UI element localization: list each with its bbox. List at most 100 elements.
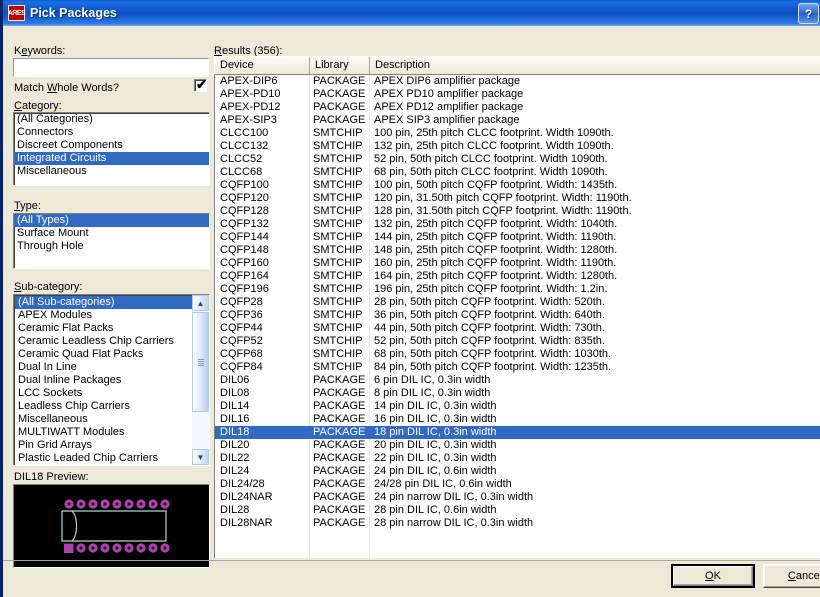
table-row[interactable]: DIL24/28 PACKAGE 24/28 pin DIL IC, 0.6in w… — [215, 478, 820, 491]
subcategory-item[interactable]: Leadless Chip Carriers — [15, 400, 192, 413]
type-item[interactable]: Surface Mount — [14, 227, 209, 240]
scroll-up-icon[interactable]: ▲ — [192, 295, 209, 311]
table-row[interactable]: DIL18 PACKAGE 18 pin DIL IC, 0.3in width — [215, 426, 820, 439]
cell-device: DIL24NAR — [220, 491, 273, 503]
table-row[interactable]: CQFP28 SMTCHIP 28 pin, 50th pitch CQFP foo… — [215, 296, 820, 309]
type-item[interactable]: Through Hole — [14, 240, 209, 253]
table-row[interactable]: CQFP144 SMTCHIP 144 pin, 25th pitch CQFP f… — [215, 231, 820, 244]
table-row[interactable]: CQFP44 SMTCHIP 44 pin, 50th pitch CQFP foo… — [215, 322, 820, 335]
results-list[interactable]: APEX-DIP6 PACKAGE APEX DIP6 amplifier pack… — [214, 75, 820, 558]
cell-description: 132 pin, 25th pitch CQFP footprint. Widt… — [374, 218, 618, 230]
table-row[interactable]: DIL16 PACKAGE 16 pin DIL IC, 0.3in width — [215, 413, 820, 426]
table-row[interactable]: CQFP68 SMTCHIP 68 pin, 50th pitch CQFP foo… — [215, 348, 820, 361]
cell-device: DIL22 — [220, 452, 250, 464]
cell-device: CQFP84 — [220, 361, 263, 373]
table-row[interactable]: CQFP132 SMTCHIP 132 pin, 25th pitch CQFP f… — [215, 218, 820, 231]
table-row[interactable]: APEX-PD10 PACKAGE APEX PD10 amplifier pack… — [215, 88, 820, 101]
table-row[interactable]: CQFP100 SMTCHIP 100 pin, 50th pitch CQFP f… — [215, 179, 820, 192]
table-row[interactable]: APEX-SIP3 PACKAGE APEX SIP3 amplifier pack… — [215, 114, 820, 127]
subcategory-item[interactable]: Pin Grid Arrays — [15, 439, 192, 452]
subcategory-item[interactable]: Dual Inline Packages — [15, 374, 192, 387]
table-row[interactable]: DIL06 PACKAGE 6 pin DIL IC, 0.3in width — [215, 374, 820, 387]
table-row[interactable]: DIL24 PACKAGE 24 pin DIL IC, 0.6in width — [215, 465, 820, 478]
table-row[interactable]: CQFP160 SMTCHIP 160 pin, 25th pitch CQFP f… — [215, 257, 820, 270]
category-item[interactable]: Miscellaneous — [14, 165, 209, 178]
cell-description: 128 pin, 31.50th pitch CQFP footprint. W… — [374, 205, 632, 217]
cell-device: DIL24 — [220, 465, 250, 477]
cell-device: CLCC132 — [220, 140, 269, 152]
subcategory-item[interactable]: Ceramic Flat Packs — [15, 322, 192, 335]
column-header-description[interactable]: Description — [370, 57, 820, 74]
keywords-input[interactable] — [13, 58, 209, 77]
cell-description: APEX SIP3 amplifier package — [374, 114, 520, 126]
subcategory-item[interactable]: Dual In Line — [15, 361, 192, 374]
category-item[interactable]: (All Categories) — [14, 113, 209, 126]
scroll-thumb[interactable] — [192, 312, 209, 412]
table-row[interactable]: DIL14 PACKAGE 14 pin DIL IC, 0.3in width — [215, 400, 820, 413]
cell-library: PACKAGE — [313, 387, 366, 399]
cell-library: PACKAGE — [313, 452, 366, 464]
table-row[interactable]: DIL28NAR PACKAGE 28 pin narrow DIL IC, 0.3… — [215, 517, 820, 530]
table-row[interactable]: CQFP52 SMTCHIP 52 pin, 50th pitch CQFP foo… — [215, 335, 820, 348]
keywords-input-field[interactable] — [14, 59, 208, 76]
column-header-device[interactable]: Device — [215, 57, 310, 74]
cell-device: CQFP164 — [220, 270, 269, 282]
type-item[interactable]: (All Types) — [14, 214, 209, 227]
cancel-button[interactable]: Cancel — [763, 564, 820, 588]
table-row[interactable]: DIL22 PACKAGE 22 pin DIL IC, 0.3in width — [215, 452, 820, 465]
subcategory-listbox[interactable]: (All Sub-categories) APEX Modules Ceramic … — [13, 294, 210, 466]
table-row[interactable]: CLCC132 SMTCHIP 132 pin, 25th pitch CLCC f… — [215, 140, 820, 153]
category-item[interactable]: Connectors — [14, 126, 209, 139]
table-row[interactable]: DIL28 PACKAGE 28 pin DIL IC, 0.6in width — [215, 504, 820, 517]
subcategory-item[interactable]: APEX Modules — [15, 309, 192, 322]
table-row[interactable]: APEX-PD12 PACKAGE APEX PD12 amplifier pack… — [215, 101, 820, 114]
subcategory-item[interactable]: Ceramic Quad Flat Packs — [15, 348, 192, 361]
subcategory-item[interactable]: Plastic Leaded Chip Carriers — [15, 452, 192, 465]
table-row[interactable]: CQFP128 SMTCHIP 128 pin, 31.50th pitch CQF… — [215, 205, 820, 218]
column-header-library[interactable]: Library — [310, 57, 370, 74]
subcategory-item[interactable]: MULTIWATT Modules — [15, 426, 192, 439]
ok-button[interactable]: OK — [671, 564, 755, 588]
cell-description: 36 pin, 50th pitch CQFP footprint. Width… — [374, 309, 605, 321]
subcategory-item[interactable]: (All Sub-categories) — [15, 296, 192, 309]
scroll-down-icon[interactable]: ▼ — [192, 449, 209, 465]
subcategory-item[interactable]: Ceramic Leadless Chip Carriers — [15, 335, 192, 348]
table-row[interactable]: CLCC100 SMTCHIP 100 pin, 25th pitch CLCC f… — [215, 127, 820, 140]
cell-description: 68 pin, 50th pitch CQFP footprint. Width… — [374, 348, 612, 360]
category-listbox[interactable]: (All Categories) Connectors Discreet Compo… — [13, 112, 210, 186]
subcategory-item[interactable]: LCC Sockets — [15, 387, 192, 400]
help-icon[interactable]: ? — [798, 3, 819, 24]
match-whole-words-checkbox[interactable]: ✔ — [194, 77, 207, 92]
type-listbox[interactable]: (All Types) Surface Mount Through Hole — [13, 213, 210, 269]
cell-library: PACKAGE — [313, 504, 366, 516]
category-item[interactable]: Discreet Components — [14, 139, 209, 152]
table-row[interactable]: DIL08 PACKAGE 8 pin DIL IC, 0.3in width — [215, 387, 820, 400]
cell-library: SMTCHIP — [313, 335, 363, 347]
table-row[interactable]: CQFP164 SMTCHIP 164 pin, 25th pitch CQFP f… — [215, 270, 820, 283]
cell-description: 28 pin DIL IC, 0.6in width — [374, 504, 497, 516]
window-title: Pick Packages — [30, 6, 117, 20]
cell-library: SMTCHIP — [313, 127, 363, 139]
cell-description: 18 pin DIL IC, 0.3in width — [374, 426, 497, 438]
table-row[interactable]: CQFP196 SMTCHIP 196 pin, 25th pitch CQFP f… — [215, 283, 820, 296]
cell-description: 148 pin, 25th pitch CQFP footprint. Widt… — [374, 244, 618, 256]
cell-device: DIL28 — [220, 504, 250, 516]
table-row[interactable]: APEX-DIP6 PACKAGE APEX DIP6 amplifier pack… — [215, 75, 820, 88]
table-row[interactable]: DIL20 PACKAGE 20 pin DIL IC, 0.3in width — [215, 439, 820, 452]
dil18-footprint-svg — [14, 485, 209, 567]
table-row[interactable]: CLCC68 SMTCHIP 68 pin, 50th pitch CLCC foo… — [215, 166, 820, 179]
subcategory-item[interactable]: Miscellaneous — [15, 413, 192, 426]
ok-button-label: OK — [705, 570, 721, 582]
cell-description: 24/28 pin DIL IC, 0.6in width — [374, 478, 512, 490]
table-row[interactable]: CQFP84 SMTCHIP 84 pin, 50th pitch CQFP foo… — [215, 361, 820, 374]
subcategory-scrollbar[interactable]: ▲ ▼ — [192, 295, 209, 465]
title-bar[interactable]: ARES Pick Packages ? — [3, 0, 820, 26]
table-row[interactable]: CQFP120 SMTCHIP 120 pin, 31.50th pitch CQF… — [215, 192, 820, 205]
category-item[interactable]: Integrated Circuits — [14, 152, 209, 165]
cell-library: SMTCHIP — [313, 140, 363, 152]
table-row[interactable]: DIL24NAR PACKAGE 24 pin narrow DIL IC, 0.3… — [215, 491, 820, 504]
table-row[interactable]: CQFP36 SMTCHIP 36 pin, 50th pitch CQFP foo… — [215, 309, 820, 322]
table-row[interactable]: CQFP148 SMTCHIP 148 pin, 25th pitch CQFP f… — [215, 244, 820, 257]
table-row[interactable]: CLCC52 SMTCHIP 52 pin, 50th pitch CLCC foo… — [215, 153, 820, 166]
match-whole-words-label: Match Whole Words? — [14, 82, 119, 94]
